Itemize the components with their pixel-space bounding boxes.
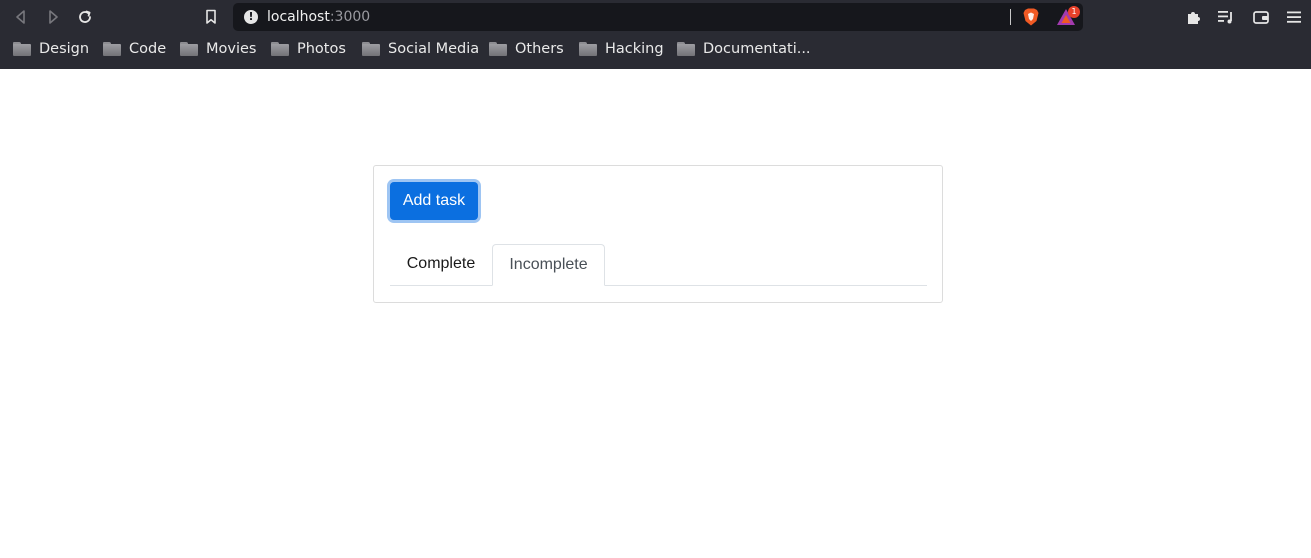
bookmark-label: Design [39,41,90,57]
bookmark-icon [206,9,216,24]
folder-icon [13,42,31,56]
bookmark-folder-documentation[interactable]: Documentati... [677,41,811,57]
bookmark-label: Photos [297,41,346,57]
bookmark-label: Movies [206,41,257,57]
wallet-icon [1253,11,1269,24]
bookmark-label: Others [515,41,564,57]
bookmark-folder-others[interactable]: Others [489,41,564,57]
back-icon [16,10,25,24]
url-port: :3000 [329,9,371,25]
wallet-button[interactable] [1250,6,1272,28]
forward-icon [49,10,58,24]
forward-button[interactable] [41,5,65,29]
browser-toolbar: ! localhost:3000 1 [0,0,1311,34]
folder-icon [362,42,380,56]
url-separator [1010,9,1011,25]
brave-shield-icon[interactable] [1021,7,1041,27]
info-icon[interactable]: ! [244,10,258,24]
bookmark-label: Hacking [605,41,664,57]
task-tabs: Complete Incomplete [390,244,927,286]
bookmark-folder-photos[interactable]: Photos [271,41,346,57]
browser-chrome: ! localhost:3000 1 Design Code Movies Ph… [0,0,1311,69]
reload-button[interactable] [73,5,97,29]
add-task-button[interactable]: Add task [390,182,478,220]
puzzle-icon [1188,12,1200,24]
playlist-button[interactable] [1215,6,1237,28]
reload-icon [79,10,91,23]
hamburger-menu-icon [1287,11,1301,23]
bookmark-folder-movies[interactable]: Movies [180,41,256,57]
folder-icon [677,42,695,56]
address-bar[interactable]: ! localhost:3000 1 [233,3,1083,31]
tab-complete[interactable]: Complete [390,244,492,286]
bookmark-page-button[interactable] [199,5,223,29]
back-button[interactable] [9,5,33,29]
bookmark-folder-hacking[interactable]: Hacking [579,41,664,57]
folder-icon [103,42,121,56]
bookmark-label: Code [129,41,167,57]
bookmark-label: Documentati... [703,41,811,57]
extensions-button[interactable] [1183,6,1205,28]
bookmark-folder-design[interactable]: Design [13,41,89,57]
bookmark-folder-social-media[interactable]: Social Media [362,41,479,57]
rewards-badge: 1 [1068,6,1080,18]
folder-icon [180,42,198,56]
bookmark-folder-code[interactable]: Code [103,41,166,57]
folder-icon [271,42,289,56]
folder-icon [579,42,597,56]
tab-incomplete[interactable]: Incomplete [492,244,605,286]
folder-icon [489,42,507,56]
playlist-icon [1218,11,1232,24]
task-card: Add task Complete Incomplete [373,165,943,303]
url-host: localhost [267,9,330,25]
menu-button[interactable] [1283,6,1305,28]
url-text[interactable]: localhost:3000 [267,9,370,25]
bookmark-label: Social Media [388,41,480,57]
